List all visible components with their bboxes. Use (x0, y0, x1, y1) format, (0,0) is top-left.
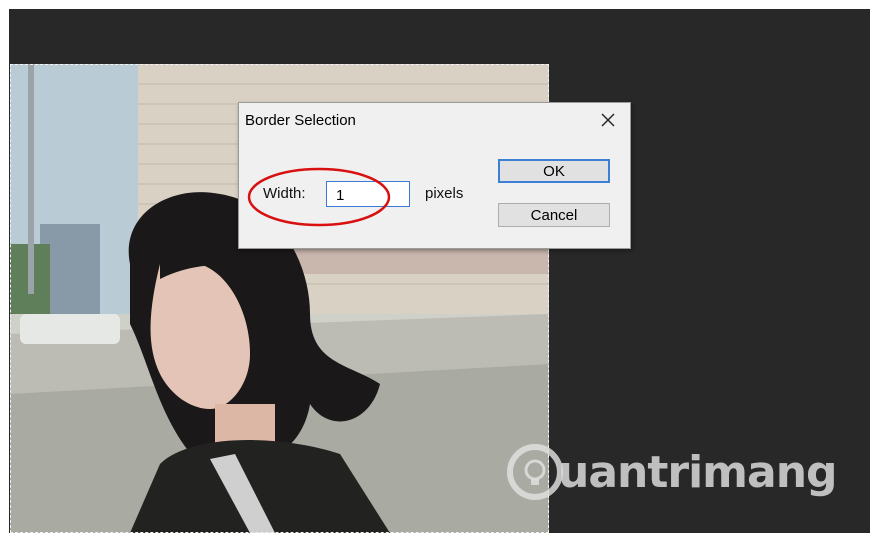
ok-button[interactable]: OK (498, 159, 610, 183)
width-label: Width: (263, 185, 306, 202)
watermark: uantrimang (506, 442, 838, 502)
photoshop-workspace: uantrimang (9, 9, 870, 533)
dialog-title: Border Selection (245, 112, 356, 129)
watermark-text: uantrimang (558, 446, 838, 498)
bulb-logo-icon (507, 444, 563, 500)
dialog-body: Width: pixels OK Cancel (239, 139, 630, 248)
width-input[interactable] (326, 181, 410, 207)
close-icon[interactable] (597, 109, 619, 131)
unit-label: pixels (425, 185, 464, 202)
border-selection-dialog: Border Selection Width: pixels OK Cancel (238, 102, 631, 249)
cancel-button[interactable]: Cancel (498, 203, 610, 227)
